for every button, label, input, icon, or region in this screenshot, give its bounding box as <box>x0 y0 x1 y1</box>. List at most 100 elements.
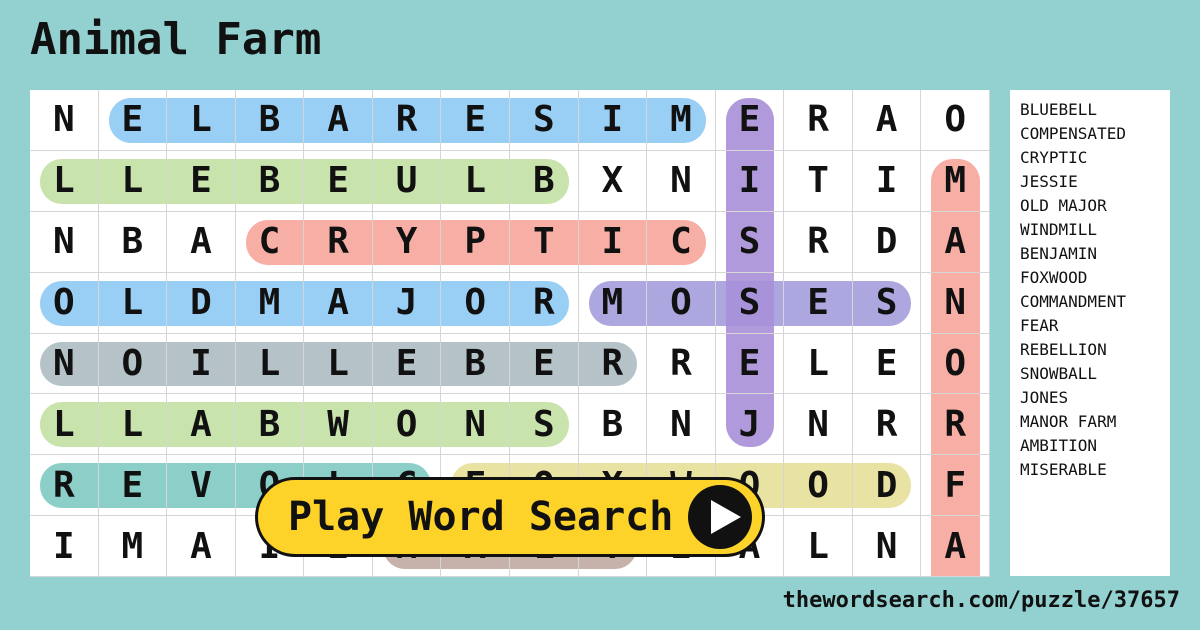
grid-cell[interactable]: E <box>510 333 579 395</box>
grid-cell[interactable]: B <box>510 150 579 212</box>
grid-cell[interactable]: B <box>578 394 648 456</box>
grid-cell[interactable]: A <box>304 272 373 334</box>
grid-cell[interactable]: R <box>372 90 442 151</box>
grid-cell[interactable]: L <box>441 150 510 212</box>
grid-cell[interactable]: N <box>30 333 99 395</box>
grid-cell[interactable]: L <box>235 333 305 395</box>
grid-cell[interactable]: L <box>98 272 168 334</box>
grid-cell[interactable]: E <box>715 90 785 151</box>
grid-cell[interactable]: O <box>30 272 99 334</box>
grid-cell[interactable]: M <box>921 150 990 212</box>
grid-cell[interactable]: A <box>167 211 236 273</box>
grid-cell[interactable]: F <box>921 455 990 517</box>
grid-cell[interactable]: E <box>304 150 373 212</box>
grid-cell[interactable]: O <box>647 272 716 334</box>
grid-cell[interactable]: N <box>441 394 510 456</box>
grid-cell[interactable]: R <box>30 455 99 517</box>
grid-cell[interactable]: S <box>715 272 785 334</box>
grid-cell[interactable]: E <box>98 90 168 151</box>
grid-cell[interactable]: I <box>715 150 785 212</box>
grid-cell[interactable]: I <box>167 333 236 395</box>
grid-cell[interactable]: R <box>784 211 853 273</box>
grid-cell[interactable]: S <box>510 90 579 151</box>
grid-cell[interactable]: X <box>578 150 648 212</box>
grid-cell[interactable]: E <box>372 333 442 395</box>
grid-cell[interactable]: E <box>98 455 168 517</box>
grid-cell[interactable]: T <box>510 211 579 273</box>
grid-cell[interactable]: C <box>235 211 305 273</box>
grid-cell[interactable]: W <box>304 394 373 456</box>
grid-cell[interactable]: E <box>715 333 785 395</box>
grid-cell[interactable]: L <box>784 333 853 395</box>
grid-cell[interactable]: A <box>304 90 373 151</box>
grid-cell[interactable]: D <box>852 455 922 517</box>
grid-cell[interactable]: B <box>98 211 168 273</box>
grid-cell[interactable]: I <box>578 90 648 151</box>
grid-cell[interactable]: D <box>167 272 236 334</box>
grid-cell[interactable]: V <box>167 455 236 517</box>
grid-cell[interactable]: D <box>852 211 922 273</box>
grid-cell[interactable]: M <box>578 272 648 334</box>
grid-cell[interactable]: O <box>98 333 168 395</box>
grid-cell[interactable]: E <box>441 90 510 151</box>
grid-cell[interactable]: N <box>852 516 922 577</box>
grid-cell[interactable]: M <box>647 90 716 151</box>
grid-cell[interactable]: A <box>852 90 922 151</box>
grid-cell[interactable]: S <box>510 394 579 456</box>
grid-cell[interactable]: S <box>715 211 785 273</box>
grid-cell[interactable]: A <box>167 516 236 577</box>
grid-cell[interactable]: M <box>98 516 168 577</box>
grid-cell[interactable]: O <box>441 272 510 334</box>
grid-cell[interactable]: A <box>167 394 236 456</box>
grid-cell[interactable]: I <box>578 211 648 273</box>
grid-cell[interactable]: L <box>30 150 99 212</box>
grid-cell[interactable]: R <box>578 333 648 395</box>
grid-cell[interactable]: B <box>235 150 305 212</box>
grid-cell[interactable]: Y <box>372 211 442 273</box>
grid-cell[interactable]: R <box>784 90 853 151</box>
grid-cell[interactable]: O <box>372 394 442 456</box>
grid-cell[interactable]: R <box>921 394 990 456</box>
grid-cell[interactable]: R <box>852 394 922 456</box>
grid-cell[interactable]: S <box>852 272 922 334</box>
grid-cell[interactable]: N <box>30 211 99 273</box>
grid-cell[interactable]: E <box>167 150 236 212</box>
grid-cell[interactable]: N <box>30 90 99 151</box>
grid-cell[interactable]: N <box>921 272 990 334</box>
grid-cell[interactable]: P <box>441 211 510 273</box>
grid-cell[interactable]: C <box>647 211 716 273</box>
grid-cell[interactable]: O <box>921 90 990 151</box>
grid-cell[interactable]: B <box>235 90 305 151</box>
grid-cell[interactable]: O <box>921 333 990 395</box>
grid-cell[interactable]: L <box>30 394 99 456</box>
grid-cell[interactable]: L <box>784 516 853 577</box>
grid-cell[interactable]: E <box>852 333 922 395</box>
grid-cell[interactable]: R <box>647 333 716 395</box>
word-list-item: WINDMILL <box>1020 220 1098 239</box>
grid-cell[interactable]: A <box>921 211 990 273</box>
grid-cell[interactable]: U <box>372 150 442 212</box>
grid-cell[interactable]: E <box>784 272 853 334</box>
grid-cell[interactable]: L <box>304 333 373 395</box>
grid-cell[interactable]: J <box>372 272 442 334</box>
grid-cell[interactable]: I <box>30 516 99 577</box>
grid-cell[interactable]: N <box>647 150 716 212</box>
grid-cell[interactable]: I <box>852 150 922 212</box>
grid-cell[interactable]: B <box>235 394 305 456</box>
grid-cell[interactable]: T <box>784 150 853 212</box>
grid-cell[interactable]: L <box>98 150 168 212</box>
grid-cell[interactable]: R <box>304 211 373 273</box>
grid-cell[interactable]: M <box>235 272 305 334</box>
word-list-item: BENJAMIN <box>1020 244 1098 263</box>
grid-cell[interactable]: N <box>647 394 716 456</box>
grid-cell[interactable]: L <box>167 90 236 151</box>
grid-cell[interactable]: A <box>921 516 990 577</box>
grid-cell[interactable]: B <box>441 333 510 395</box>
grid-cell[interactable]: O <box>784 455 853 517</box>
grid-cell[interactable]: R <box>510 272 579 334</box>
grid-cell[interactable]: J <box>715 394 785 456</box>
play-word-search-button[interactable]: Play Word Search <box>255 477 765 557</box>
grid-cell[interactable]: L <box>98 394 168 456</box>
puzzle-url[interactable]: thewordsearch.com/puzzle/37657 <box>783 588 1180 613</box>
grid-cell[interactable]: N <box>784 394 853 456</box>
